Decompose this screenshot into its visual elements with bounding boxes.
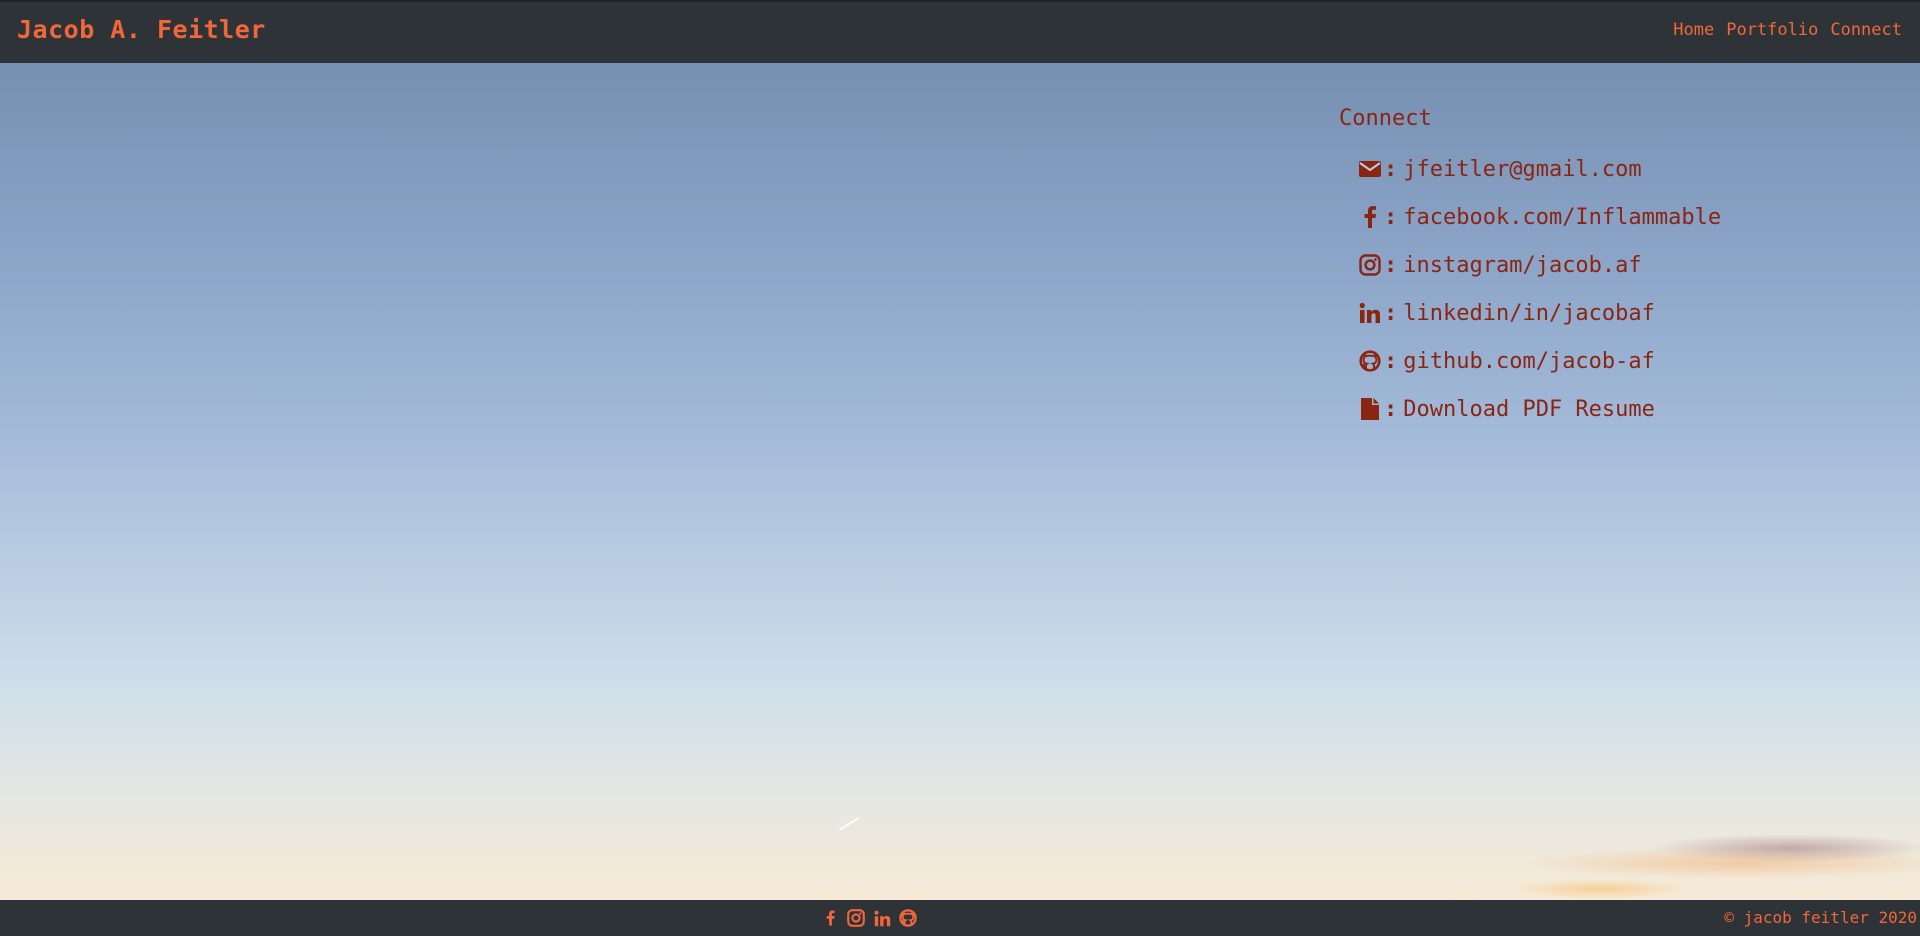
instagram-link[interactable]: instagram/jacob.af bbox=[1403, 253, 1641, 278]
connect-item-email: : jfeitler@gmail.com bbox=[1358, 145, 1721, 193]
separator: : bbox=[1384, 348, 1398, 374]
connect-list: : jfeitler@gmail.com : facebook.com/Infl… bbox=[1339, 145, 1721, 433]
linkedin-icon bbox=[1358, 301, 1382, 325]
github-icon bbox=[1358, 349, 1382, 373]
instagram-icon[interactable] bbox=[846, 908, 866, 928]
facebook-icon[interactable] bbox=[820, 908, 840, 928]
connect-panel: Connect : jfeitler@gmail.com : facebook.… bbox=[1339, 106, 1721, 433]
top-navbar: Jacob A. Feitler Home Portfolio Connect bbox=[0, 0, 1920, 63]
linkedin-icon[interactable] bbox=[872, 908, 892, 928]
footer-social-icons bbox=[820, 908, 918, 928]
separator: : bbox=[1384, 204, 1398, 230]
github-icon[interactable] bbox=[898, 908, 918, 928]
email-link[interactable]: jfeitler@gmail.com bbox=[1403, 157, 1641, 182]
file-icon bbox=[1358, 397, 1382, 421]
connect-item-instagram: : instagram/jacob.af bbox=[1358, 241, 1721, 289]
facebook-link[interactable]: facebook.com/Inflammable bbox=[1403, 205, 1721, 230]
nav-portfolio[interactable]: Portfolio bbox=[1726, 20, 1818, 40]
facebook-icon bbox=[1358, 205, 1382, 229]
resume-download-link[interactable]: Download PDF Resume bbox=[1403, 397, 1655, 422]
envelope-icon bbox=[1358, 157, 1382, 181]
connect-item-resume: : Download PDF Resume bbox=[1358, 385, 1721, 433]
brand-link[interactable]: Jacob A. Feitler bbox=[17, 15, 266, 44]
connect-item-github: : github.com/jacob-af bbox=[1358, 337, 1721, 385]
footer-bar: © jacob feitler 2020 bbox=[0, 900, 1920, 936]
contrail bbox=[839, 817, 859, 831]
nav-connect[interactable]: Connect bbox=[1830, 20, 1902, 40]
connect-item-linkedin: : linkedin/in/jacobaf bbox=[1358, 289, 1721, 337]
github-link[interactable]: github.com/jacob-af bbox=[1403, 349, 1655, 374]
nav-home[interactable]: Home bbox=[1673, 20, 1714, 40]
linkedin-link[interactable]: linkedin/in/jacobaf bbox=[1403, 301, 1655, 326]
copyright-text: © jacob feitler 2020 bbox=[1724, 908, 1917, 927]
instagram-icon bbox=[1358, 253, 1382, 277]
connect-item-facebook: : facebook.com/Inflammable bbox=[1358, 193, 1721, 241]
separator: : bbox=[1384, 396, 1398, 422]
separator: : bbox=[1384, 252, 1398, 278]
separator: : bbox=[1384, 300, 1398, 326]
separator: : bbox=[1384, 156, 1398, 182]
main-nav: Home Portfolio Connect bbox=[1673, 20, 1902, 40]
connect-title: Connect bbox=[1339, 106, 1432, 131]
